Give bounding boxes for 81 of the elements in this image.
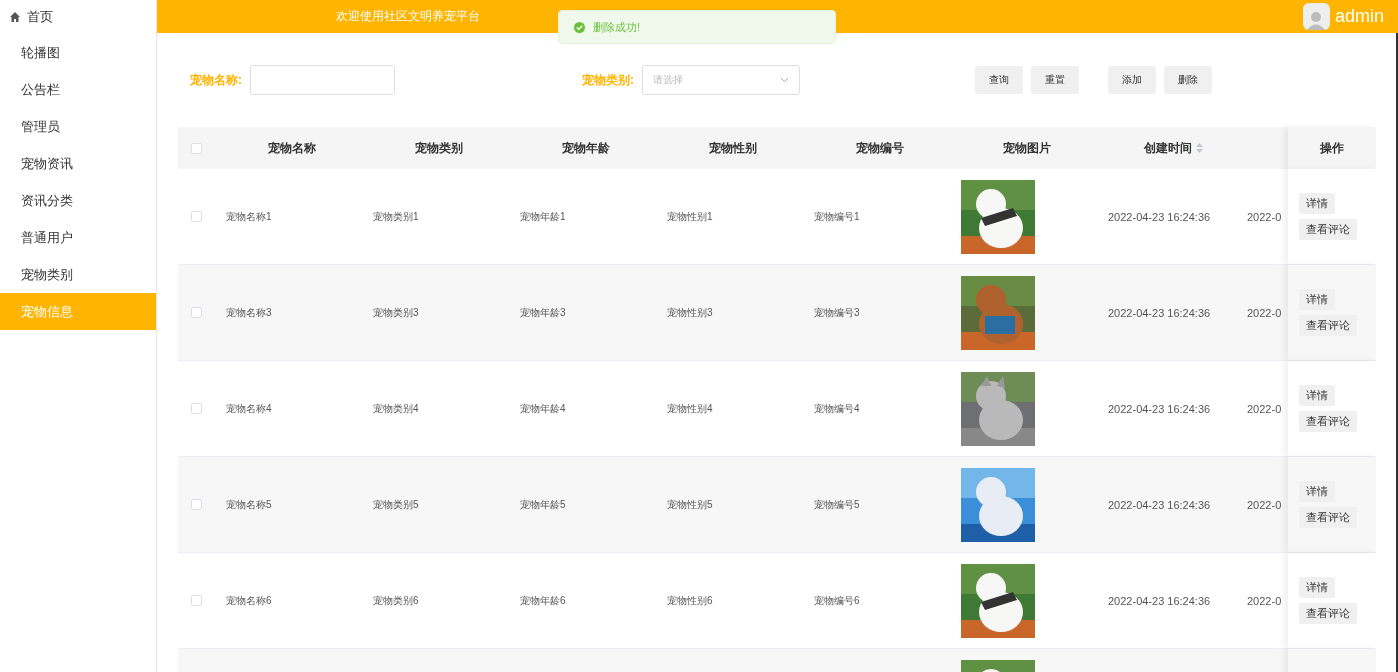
table-cell-text: 宠物名称3 (225, 305, 273, 320)
sidebar-item[interactable]: 宠物资讯 (0, 145, 156, 182)
action-button[interactable]: 查询 (975, 66, 1023, 94)
table-cell-text: 宠物编号4 (813, 401, 861, 416)
table-cell-text: 宠物类别6 (372, 593, 420, 608)
table-cell-text: 宠物名称5 (225, 497, 273, 512)
table-cell-text: 2022-0 (1247, 594, 1283, 607)
sidebar-item[interactable]: 轮播图 (0, 34, 156, 71)
checkbox[interactable] (190, 403, 202, 414)
table-cell-text: 宠物年龄6 (519, 593, 567, 608)
field-label: 宠物类别: (582, 71, 634, 89)
table-cell-text: 宠物名称1 (225, 209, 273, 224)
table-cell-text: 2022-0 (1247, 210, 1283, 223)
row-button[interactable]: 详情 (1299, 289, 1335, 310)
table-cell-text: 宠物类别5 (372, 497, 420, 512)
row-button[interactable]: 详情 (1299, 577, 1335, 598)
table-cell-text: 宠物编号5 (813, 497, 861, 512)
table-cell-text: 2022-04-23 16:24:36 (1107, 210, 1212, 223)
row-button[interactable]: 查看评论 (1299, 411, 1357, 432)
sidebar-item[interactable]: 公告栏 (0, 71, 156, 108)
column-header: 宠物图片 (1001, 139, 1052, 157)
table-cell-text: 2022-04-23 16:24:36 (1107, 594, 1212, 607)
check-circle-icon (574, 21, 585, 33)
avatar-icon[interactable] (1302, 3, 1330, 30)
toast-message: 删除成功! (593, 19, 641, 35)
table-cell-text: 2022-04-23 16:24:36 (1107, 306, 1212, 319)
checkbox[interactable] (190, 307, 202, 318)
sidebar-item[interactable]: 宠物类别 (0, 256, 156, 293)
table-cell-text: 2022-0 (1247, 402, 1283, 415)
column-header: 宠物编号 (854, 139, 905, 157)
column-header: 宠物年龄 (560, 139, 611, 157)
row-button[interactable]: 查看评论 (1299, 315, 1357, 336)
input-field[interactable] (250, 65, 395, 95)
checkbox[interactable] (190, 211, 202, 222)
checkbox[interactable] (190, 499, 202, 510)
table-cell-text: 宠物年龄4 (519, 401, 567, 416)
sort-icon[interactable] (1196, 143, 1203, 153)
table-cell-text: 宠物年龄1 (519, 209, 567, 224)
sidebar-item[interactable]: 普通用户 (0, 219, 156, 256)
column-header: 宠物类别 (413, 139, 464, 157)
chevron-down-icon (780, 77, 789, 83)
table-cell-text: 宠物性别5 (666, 497, 714, 512)
table-cell-text: 宠物编号3 (813, 305, 861, 320)
table-cell-text: 宠物编号1 (813, 209, 861, 224)
sidebar-item[interactable]: 资讯分类 (0, 182, 156, 219)
checkbox[interactable] (190, 142, 202, 154)
table-cell-text: 宠物类别3 (372, 305, 420, 320)
sidebar-item[interactable]: 首页 (0, 0, 156, 34)
home-icon (9, 11, 21, 23)
table-cell-text: 宠物年龄3 (519, 305, 567, 320)
table-cell-text: 2022-04-23 16:24:36 (1107, 402, 1212, 415)
row-button[interactable]: 详情 (1299, 385, 1335, 406)
site-title: 欢迎使用社区文明养宠平台 (336, 8, 481, 25)
action-button[interactable]: 添加 (1108, 66, 1156, 94)
table-cell-text: 2022-04-23 16:24:36 (1107, 498, 1212, 511)
row-button[interactable]: 查看评论 (1299, 507, 1357, 528)
column-header: 操作 (1288, 127, 1376, 169)
table-cell-text: 2022-0 (1247, 498, 1283, 511)
table-cell-text: 宠物类别4 (372, 401, 420, 416)
table-cell-text: 宠物名称6 (225, 593, 273, 608)
column-header: 宠物性别 (707, 139, 758, 157)
row-button[interactable]: 详情 (1299, 193, 1335, 214)
table-cell-text: 宠物性别1 (666, 209, 714, 224)
table-cell-text: 宠物编号6 (813, 593, 861, 608)
table-cell-text: 宠物性别3 (666, 305, 714, 320)
action-button[interactable]: 重置 (1031, 66, 1079, 94)
row-button[interactable]: 查看评论 (1299, 219, 1357, 240)
row-button[interactable]: 详情 (1299, 481, 1335, 502)
table-cell-text: 宠物类别1 (372, 209, 420, 224)
column-header[interactable]: 创建时间 (1100, 139, 1247, 157)
sidebar-item[interactable]: 管理员 (0, 108, 156, 145)
table-cell-text: 2022-0 (1247, 306, 1283, 319)
table-cell-text: 宠物性别6 (666, 593, 714, 608)
column-header: 宠物名称 (266, 139, 317, 157)
field-label: 宠物名称: (190, 71, 242, 89)
table-cell-text: 宠物年龄5 (519, 497, 567, 512)
row-button[interactable]: 查看评论 (1299, 603, 1357, 624)
table-cell-text: 宠物名称4 (225, 401, 273, 416)
action-button[interactable]: 删除 (1164, 66, 1212, 94)
table-cell-text: 宠物性别4 (666, 401, 714, 416)
checkbox[interactable] (190, 595, 202, 606)
